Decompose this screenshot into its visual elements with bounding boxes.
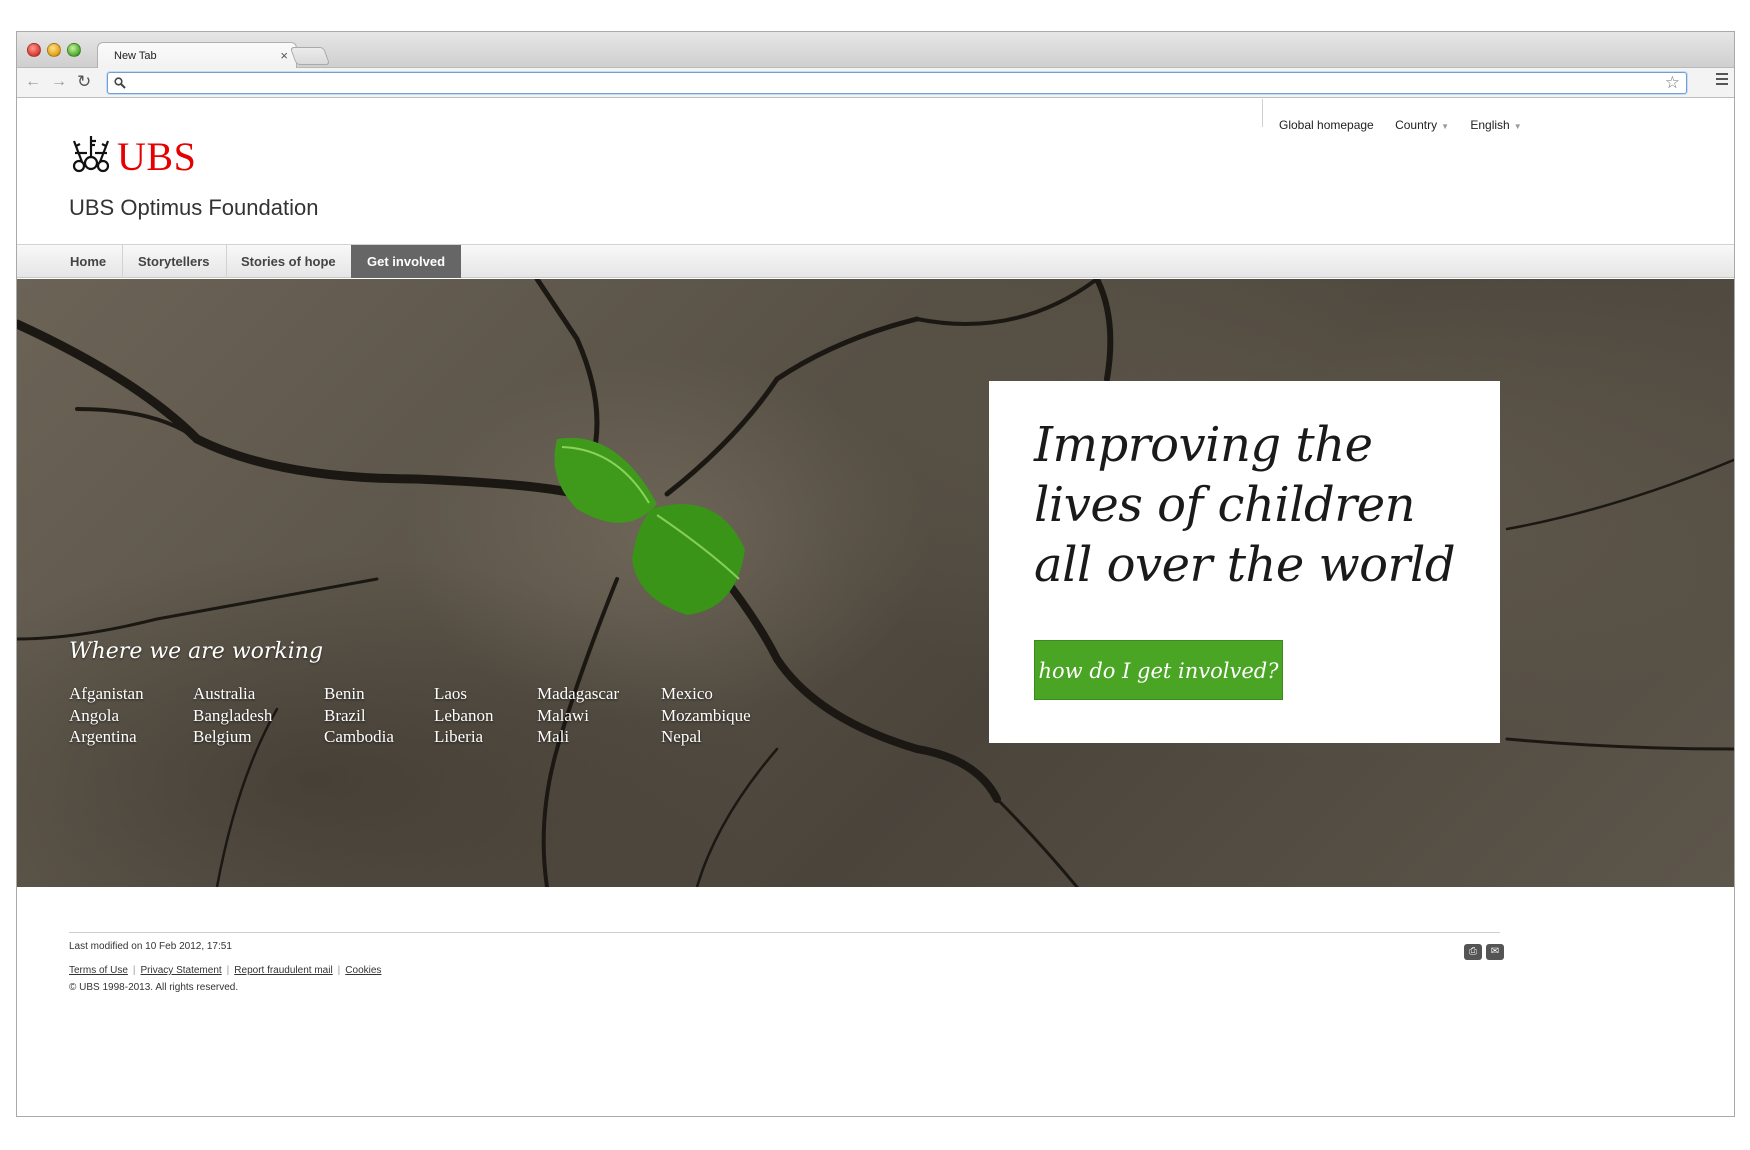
three-keys-icon: [72, 136, 110, 173]
hero-card: Improving the lives of children all over…: [989, 381, 1500, 743]
country-item[interactable]: Liberia: [434, 726, 493, 748]
global-homepage-link[interactable]: Global homepage: [1279, 118, 1374, 132]
address-bar[interactable]: ☆: [107, 72, 1687, 94]
link-separator: |: [226, 965, 230, 976]
country-column: Benin Brazil Cambodia: [324, 683, 394, 748]
nav-get-involved[interactable]: Get involved: [351, 245, 462, 278]
forward-arrow-icon[interactable]: →: [51, 73, 67, 91]
country-item[interactable]: Laos: [434, 683, 493, 705]
country-item[interactable]: Madagascar: [537, 683, 619, 705]
new-tab-button[interactable]: [289, 47, 331, 65]
search-icon: [114, 77, 126, 89]
hero-heading-line: lives of children: [1034, 477, 1416, 533]
report-fraud-link[interactable]: Report fraudulent mail: [234, 965, 332, 976]
web-page: UBS UBS Optimus Foundation Global homepa…: [17, 99, 1734, 1116]
close-window-button[interactable]: [27, 43, 41, 57]
country-item[interactable]: Afganistan: [69, 683, 144, 705]
print-icon[interactable]: ⎙: [1464, 944, 1482, 960]
nav-storytellers[interactable]: Storytellers: [122, 245, 227, 278]
footer-icons: ⎙ ✉: [1460, 941, 1504, 960]
country-item[interactable]: Cambodia: [324, 726, 394, 748]
privacy-statement-link[interactable]: Privacy Statement: [141, 965, 222, 976]
tab-strip: New Tab ×: [17, 32, 1734, 69]
utility-nav: Global homepage Country ▼ English ▼: [1279, 118, 1540, 132]
chevron-down-icon: ▼: [1513, 122, 1522, 131]
country-item[interactable]: Angola: [69, 705, 144, 727]
browser-tab[interactable]: New Tab ×: [97, 42, 297, 69]
global-homepage-label: Global homepage: [1279, 118, 1374, 132]
address-input[interactable]: [132, 75, 1632, 91]
hero-heading: Improving the lives of children all over…: [1034, 415, 1474, 595]
bookmark-star-icon[interactable]: ☆: [1665, 73, 1680, 93]
link-separator: |: [337, 965, 341, 976]
link-separator: |: [132, 965, 136, 976]
last-modified: Last modified on 10 Feb 2012, 17:51: [69, 941, 232, 952]
logo-text: UBS: [117, 134, 197, 179]
hero-banner: Where we are working Afganistan Angola A…: [17, 279, 1734, 887]
country-item[interactable]: Belgium: [193, 726, 272, 748]
hero-heading-line: all over the world: [1034, 537, 1456, 593]
language-dropdown[interactable]: English ▼: [1470, 118, 1521, 132]
country-item[interactable]: Mexico: [661, 683, 751, 705]
country-column: Afganistan Angola Argentina: [69, 683, 144, 748]
footer-divider: [69, 932, 1500, 933]
country-item[interactable]: Mali: [537, 726, 619, 748]
site-title: UBS Optimus Foundation: [69, 195, 319, 220]
where-we-work-title: Where we are working: [69, 639, 324, 664]
country-item[interactable]: Argentina: [69, 726, 144, 748]
ubs-logo[interactable]: UBS: [69, 129, 199, 179]
back-arrow-icon[interactable]: ←: [25, 73, 41, 91]
browser-window: New Tab × ← → ↻ ☆ UBS UBS Optimus Founda…: [16, 31, 1735, 1117]
footer-links: Terms of Use | Privacy Statement | Report fr…: [69, 965, 381, 976]
leaf-sprout-icon: [554, 437, 745, 615]
copyright: © UBS 1998-2013. All rights reserved.: [69, 982, 239, 993]
terms-of-use-link[interactable]: Terms of Use: [69, 965, 128, 976]
chevron-down-icon: ▼: [1441, 122, 1450, 131]
country-column: Laos Lebanon Liberia: [434, 683, 493, 748]
country-item[interactable]: Bangladesh: [193, 705, 272, 727]
utility-divider: [1262, 99, 1263, 127]
browser-menu-icon[interactable]: [1716, 73, 1728, 88]
cookies-link[interactable]: Cookies: [345, 965, 381, 976]
reload-icon[interactable]: ↻: [77, 73, 91, 91]
country-item[interactable]: Lebanon: [434, 705, 493, 727]
tab-title: New Tab: [114, 50, 157, 62]
minimize-window-button[interactable]: [47, 43, 61, 57]
hero-heading-line: Improving the: [1034, 417, 1373, 473]
get-involved-button[interactable]: how do I get involved?: [1034, 640, 1283, 700]
nav-home[interactable]: Home: [54, 245, 124, 278]
country-item[interactable]: Mozambique: [661, 705, 751, 727]
country-column: Australia Bangladesh Belgium: [193, 683, 272, 748]
tab-close-icon[interactable]: ×: [280, 48, 288, 63]
country-item[interactable]: Australia: [193, 683, 272, 705]
email-icon[interactable]: ✉: [1486, 944, 1504, 960]
country-label: Country: [1395, 118, 1438, 132]
browser-toolbar: ← → ↻ ☆: [17, 68, 1734, 98]
country-dropdown[interactable]: Country ▼: [1395, 118, 1449, 132]
language-label: English: [1470, 118, 1510, 132]
country-item[interactable]: Brazil: [324, 705, 394, 727]
zoom-window-button[interactable]: [67, 43, 81, 57]
country-item[interactable]: Nepal: [661, 726, 751, 748]
country-column: Mexico Mozambique Nepal: [661, 683, 751, 748]
country-column: Madagascar Malawi Mali: [537, 683, 619, 748]
main-nav: Home Storytellers Stories of hope Get in…: [17, 244, 1734, 278]
country-item[interactable]: Benin: [324, 683, 394, 705]
country-item[interactable]: Malawi: [537, 705, 619, 727]
nav-stories-of-hope[interactable]: Stories of hope: [225, 245, 353, 278]
